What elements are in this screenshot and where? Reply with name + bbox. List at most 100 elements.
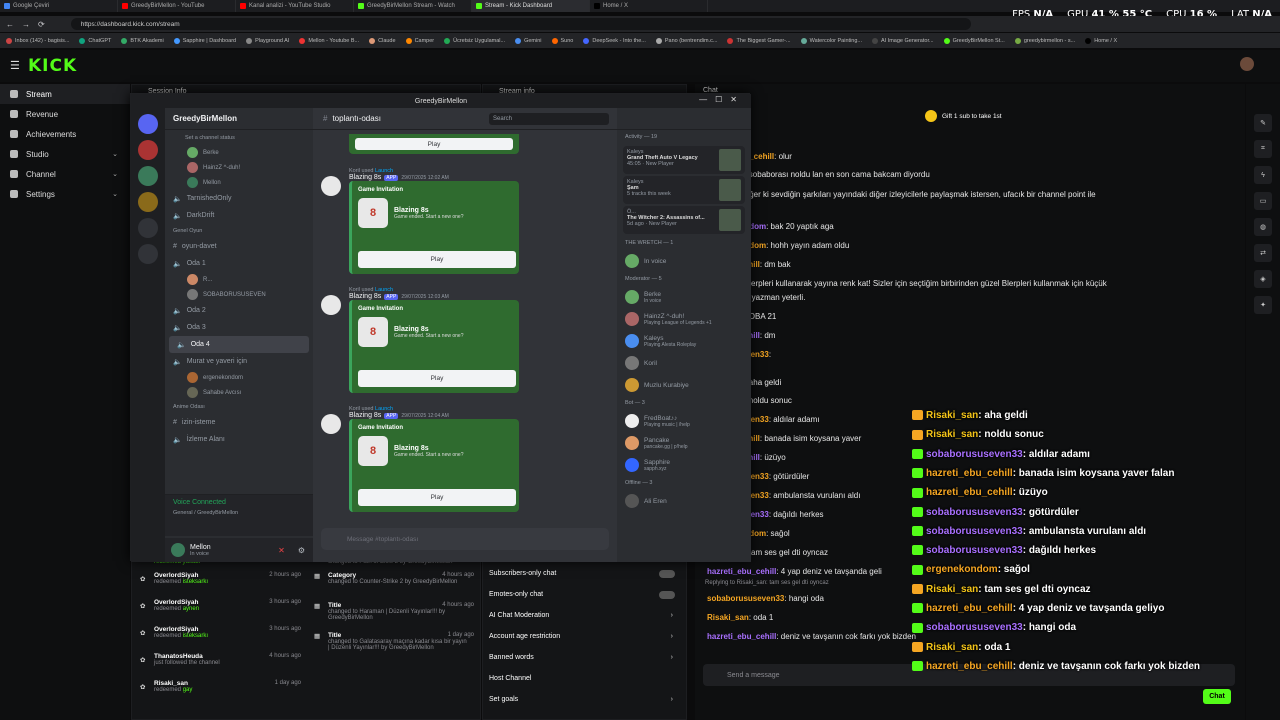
setting-item[interactable]: AI Chat Moderation ›	[483, 605, 683, 626]
member[interactable]: Sapphire sapph.xyz	[617, 454, 751, 476]
browser-tab[interactable]: Google Çeviri	[0, 0, 118, 12]
voice-user[interactable]: SOBABORUSUSEVEN	[165, 287, 313, 302]
setting-item[interactable]: Emotes-only chat	[483, 584, 683, 605]
voice-user[interactable]: Mellon	[165, 175, 313, 190]
browser-tab[interactable]: GreedyBirMellon Stream - Watch	[354, 0, 472, 12]
reload-icon[interactable]: ⟳	[38, 20, 45, 29]
forward-icon[interactable]: →	[22, 20, 30, 29]
bookmark[interactable]: ChatGPT	[79, 37, 111, 44]
setting-item[interactable]: Subscribers-only chat	[483, 563, 683, 584]
voice-user[interactable]: R...	[165, 272, 313, 287]
nav-settings[interactable]: Settings ⌄	[0, 184, 130, 204]
browser-tab[interactable]: Home / X	[590, 0, 708, 12]
mute-icon[interactable]: ✕	[278, 546, 285, 555]
browser-tab[interactable]: Stream - Kick Dashboard	[472, 0, 590, 12]
voice-user[interactable]: Sahabe Avcısı	[165, 385, 313, 400]
nav-channel[interactable]: Channel ⌄	[0, 164, 130, 184]
server-icon[interactable]	[138, 140, 158, 160]
nav-achievements[interactable]: Achievements	[0, 124, 130, 144]
channel-item[interactable]: 🔈 Oda 4	[169, 336, 309, 353]
url-input[interactable]: https://dashboard.kick.com/stream	[70, 18, 971, 30]
bookmark[interactable]: GreedyBirMellon St...	[943, 37, 1005, 44]
activity-card[interactable]: Kaleys Şam 5 tracks this week	[623, 176, 745, 204]
member[interactable]: Muzlu Kurabiye	[617, 374, 751, 396]
play-button[interactable]: Play	[355, 138, 513, 150]
tool-icon[interactable]: ⌗	[1254, 140, 1272, 158]
bookmark[interactable]: Home / X	[1085, 37, 1117, 44]
member[interactable]: FredBoat♪♪ Playing music | /help	[617, 410, 751, 432]
setting-item[interactable]: Banned words ›	[483, 647, 683, 668]
link-icon[interactable]: ⇄	[1254, 244, 1272, 262]
setting-item[interactable]: Set goals ›	[483, 689, 683, 710]
home-icon[interactable]	[138, 114, 158, 134]
kick-logo[interactable]: KICK	[28, 56, 77, 76]
member[interactable]: In voice	[617, 250, 751, 272]
category[interactable]: Anime Odası	[165, 400, 313, 414]
setting-item[interactable]: Account age restriction ›	[483, 626, 683, 647]
server-icon[interactable]	[138, 166, 158, 186]
bookmark[interactable]: greedybirmellon - s...	[1014, 37, 1075, 44]
channel-item[interactable]: # oyun-davet	[165, 238, 313, 255]
voice-user[interactable]: Berke	[165, 145, 313, 160]
nav-revenue[interactable]: Revenue	[0, 104, 130, 124]
toggle[interactable]	[659, 569, 675, 578]
voice-user[interactable]: ergenekondom	[165, 370, 313, 385]
menu-icon[interactable]: ☰	[10, 59, 20, 72]
member[interactable]: HainzZ ^-duh! Playing League of Legends +…	[617, 308, 751, 330]
activity-card[interactable]: Ö... The Witcher 2: Assassins of... 5d ago…	[623, 206, 745, 234]
channel-item[interactable]: 🔈 Murat ve yaveri için	[165, 353, 313, 370]
nav-stream[interactable]: Stream	[0, 84, 130, 104]
play-button[interactable]: Play	[358, 251, 516, 268]
browser-tab[interactable]: GreedyBirMellon - YouTube	[118, 0, 236, 12]
bookmark[interactable]: DeepSeek - Into the...	[583, 37, 646, 44]
chat-icon[interactable]: ◍	[1254, 218, 1272, 236]
play-button[interactable]: Play	[358, 489, 516, 506]
voice-user[interactable]: HainzZ ^-duh!	[165, 160, 313, 175]
gear-icon[interactable]: ⚙	[298, 546, 305, 555]
member[interactable]: Koril	[617, 352, 751, 374]
bookmark[interactable]: Camper	[405, 37, 434, 44]
toggle[interactable]	[659, 590, 675, 599]
channel-item[interactable]: 🔈 DarkDrift	[165, 207, 313, 224]
bookmark[interactable]: Watercolor Painting...	[800, 37, 862, 44]
channel-item[interactable]: 🔈 Oda 1	[165, 255, 313, 272]
bookmark[interactable]: Inbox (142) - bagisis...	[6, 37, 69, 44]
search-input[interactable]: Search	[489, 112, 609, 125]
bookmark[interactable]: Ücretsiz Uygulamal...	[444, 37, 505, 44]
avatar[interactable]	[1240, 57, 1254, 71]
avatar[interactable]	[171, 543, 185, 557]
channel-item[interactable]: 🔈 TarnishedOnly	[165, 190, 313, 207]
bookmark[interactable]: Sapphire | Dashboard	[173, 37, 236, 44]
message-input[interactable]: Message #toplantı-odası	[321, 528, 609, 550]
server-icon[interactable]	[138, 192, 158, 212]
wrench-icon[interactable]: ✦	[1254, 296, 1272, 314]
browser-tab[interactable]: Kanal analizi - YouTube Studio	[236, 0, 354, 12]
member[interactable]: Berke In voice	[617, 286, 751, 308]
bookmark[interactable]: Mellon - Youtube B...	[299, 37, 359, 44]
member[interactable]: Pancake pancake.gg | p!help	[617, 432, 751, 454]
edit-icon[interactable]: ✎	[1254, 114, 1272, 132]
bolt-icon[interactable]: ϟ	[1254, 166, 1272, 184]
chat-input[interactable]: Send a message	[703, 664, 1235, 686]
explore-icon[interactable]	[138, 244, 158, 264]
bookmark[interactable]: Playground AI	[246, 37, 289, 44]
activity-card[interactable]: Kaleys Grand Theft Auto V Legacy 45:05 · N…	[623, 146, 745, 174]
member[interactable]: Kaleys Playing Alesta Roleplay	[617, 330, 751, 352]
channel-item[interactable]: 🔈 Oda 3	[165, 319, 313, 336]
play-button[interactable]: Play	[358, 370, 516, 387]
shield-icon[interactable]: ◈	[1254, 270, 1272, 288]
bookmark[interactable]: Gemini	[515, 37, 542, 44]
bookmark[interactable]: Claude	[369, 37, 396, 44]
bookmark[interactable]: Suno	[551, 37, 573, 44]
member[interactable]: Ali Eren	[617, 490, 751, 512]
bookmark[interactable]: The Biggest Gamer-...	[727, 37, 791, 44]
window-controls[interactable]: —☐✕	[699, 95, 745, 104]
server-name[interactable]: GreedyBirMellon	[165, 108, 313, 130]
bookmark[interactable]: Pano (bentrendim.c...	[655, 37, 717, 44]
bookmark[interactable]: BTK Akademi	[121, 37, 164, 44]
doc-icon[interactable]: ▭	[1254, 192, 1272, 210]
channel-item[interactable]: # izin-isteme	[165, 414, 313, 431]
nav-studio[interactable]: Studio ⌄	[0, 144, 130, 164]
add-server-icon[interactable]	[138, 218, 158, 238]
category[interactable]: Genel Oyun	[165, 224, 313, 238]
